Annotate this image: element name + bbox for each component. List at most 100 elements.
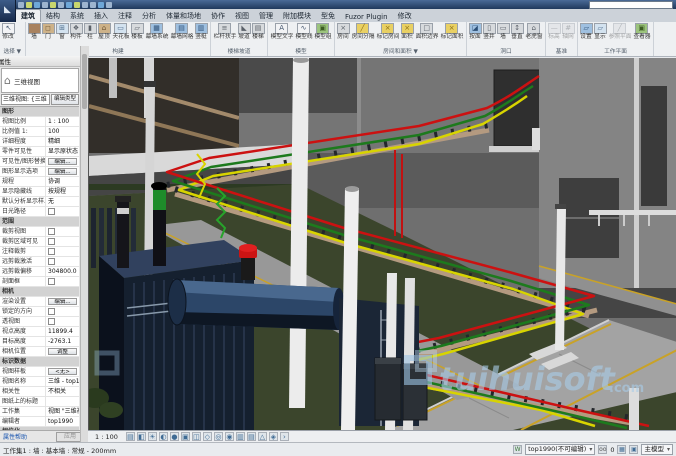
- ribbon-button[interactable]: 墙: [28, 23, 41, 40]
- ribbon-tab[interactable]: 注释: [113, 10, 137, 22]
- revit-app-icon[interactable]: ◣: [0, 0, 16, 22]
- ribbon-tab[interactable]: 附加模块: [278, 10, 316, 22]
- property-row[interactable]: 裁剪区域可见: [0, 237, 79, 247]
- ribbon-button[interactable]: ▦ 幕墙系统: [145, 23, 169, 40]
- scrollbar-thumb[interactable]: [82, 54, 87, 109]
- qat-icon[interactable]: [34, 2, 40, 8]
- ribbon-button[interactable]: ↖ 修改: [2, 23, 15, 40]
- property-row[interactable]: 远剪裁偏移 304800.0: [0, 267, 79, 277]
- property-value[interactable]: 精细: [46, 137, 79, 146]
- select-settings-icon[interactable]: ▣: [629, 445, 638, 454]
- ribbon-tab[interactable]: 协作: [206, 10, 230, 22]
- ribbon-button[interactable]: × 面积: [401, 23, 414, 40]
- ribbon-tab[interactable]: 建筑: [15, 9, 41, 22]
- ribbon-button[interactable]: ▯ 竖井: [483, 23, 496, 40]
- search-input[interactable]: [589, 1, 673, 9]
- detail-level-icon[interactable]: ▤: [126, 432, 135, 441]
- ribbon-button[interactable]: ▭ 墙: [497, 23, 510, 40]
- drawing-area-3d-view[interactable]: tuihuisoft .com: [88, 58, 676, 430]
- crop-view-icon[interactable]: ▣: [181, 432, 190, 441]
- property-row[interactable]: 范围: [0, 217, 79, 227]
- displacement-sets-icon[interactable]: ◈: [269, 432, 278, 441]
- editing-requests-icon[interactable]: oo: [598, 445, 607, 454]
- property-value[interactable]: top1990: [46, 417, 79, 426]
- property-value[interactable]: 调整: [48, 348, 77, 355]
- ribbon-button[interactable]: □ 面积边界: [415, 23, 439, 40]
- ribbon-button[interactable]: ▤ 楼梯: [252, 23, 265, 40]
- visual-style-icon[interactable]: ◧: [137, 432, 146, 441]
- property-value[interactable]: 不相关: [46, 387, 79, 396]
- ribbon-tab[interactable]: 体量和场地: [161, 10, 206, 22]
- property-row[interactable]: 渲染设置 编辑...: [0, 297, 79, 307]
- property-row[interactable]: 显示隐藏线 按规程: [0, 187, 79, 197]
- chevron-down-icon[interactable]: ▾: [667, 445, 670, 454]
- sun-path-icon[interactable]: ☀: [148, 432, 157, 441]
- property-row[interactable]: 视图名称 三维 - top1990: [0, 377, 79, 387]
- property-value[interactable]: [46, 207, 79, 216]
- chevron-down-icon[interactable]: ▾: [589, 445, 592, 454]
- qat-icon[interactable]: [74, 2, 80, 8]
- ribbon-button[interactable]: ◻ 门: [42, 23, 55, 40]
- property-row[interactable]: 视图比例 1 : 100: [0, 117, 79, 127]
- ribbon-button[interactable]: ▱ 楼板: [131, 23, 144, 40]
- property-value[interactable]: 编辑...: [48, 168, 77, 175]
- hide-analytical-model-icon[interactable]: △: [258, 432, 267, 441]
- property-value[interactable]: 1 : 100: [46, 117, 79, 126]
- property-row[interactable]: 零件可见性 显示原状态: [0, 147, 79, 157]
- scale-button[interactable]: 1 : 100: [92, 432, 121, 442]
- ribbon-tab[interactable]: 修改: [393, 10, 417, 22]
- property-value[interactable]: 100: [46, 127, 79, 136]
- property-row[interactable]: 远剪裁激活: [0, 257, 79, 267]
- property-row[interactable]: 注释裁剪: [0, 247, 79, 257]
- ribbon-button[interactable]: ⌂ 老虎窗: [525, 23, 543, 40]
- property-row[interactable]: 剖面框: [0, 277, 79, 287]
- ribbon-tab[interactable]: 管理: [254, 10, 278, 22]
- temporary-hide-isolate-icon[interactable]: ◎: [214, 432, 223, 441]
- ribbon-button[interactable]: ▥ 竖梃: [195, 23, 208, 40]
- property-row[interactable]: 比例值 1: 100: [0, 127, 79, 137]
- ribbon-button[interactable]: ▤ 幕墙网格: [170, 23, 194, 40]
- property-row[interactable]: 详细程度 精细: [0, 137, 79, 147]
- worksharing-display-icon[interactable]: ▥: [236, 432, 245, 441]
- property-row[interactable]: 工作集 视图 "三维视...: [0, 407, 79, 417]
- qat-icon[interactable]: [106, 2, 112, 8]
- type-combo[interactable]: 三维视图: {三维 - top... ▾: [1, 94, 50, 105]
- property-row[interactable]: 编辑者 top1990: [0, 417, 79, 427]
- reveal-hidden-elements-icon[interactable]: ◉: [225, 432, 234, 441]
- property-value[interactable]: <无>: [48, 368, 77, 375]
- property-value[interactable]: [46, 257, 79, 266]
- qat-icon[interactable]: [82, 2, 88, 8]
- property-value[interactable]: [46, 247, 79, 256]
- property-row[interactable]: 标识数据: [0, 357, 79, 367]
- property-row[interactable]: 视点高度 11899.4: [0, 327, 79, 337]
- property-value[interactable]: 编辑...: [48, 298, 77, 305]
- ribbon-button[interactable]: ∿ 模型线: [295, 23, 313, 40]
- type-selector[interactable]: ⌂ 三维视图: [1, 68, 79, 93]
- property-value[interactable]: 11899.4: [46, 327, 79, 336]
- property-value[interactable]: 显示原状态: [46, 147, 79, 156]
- qat-icon[interactable]: [26, 2, 32, 8]
- active-workset-selector[interactable]: top1990(不可编辑) ▾: [525, 444, 595, 455]
- property-value[interactable]: -2763.1: [46, 337, 79, 346]
- ribbon-tab[interactable]: 型免: [316, 10, 340, 22]
- temporary-view-properties-icon[interactable]: ▤: [247, 432, 256, 441]
- property-row[interactable]: 相机: [0, 287, 79, 297]
- ribbon-tab[interactable]: 插入: [89, 10, 113, 22]
- ribbon-button[interactable]: ▱ 设置: [580, 23, 593, 40]
- rendering-dialog-icon[interactable]: ●: [170, 432, 179, 441]
- ribbon-button[interactable]: ▮ 柱: [84, 23, 97, 40]
- property-value[interactable]: [46, 227, 79, 236]
- ribbon-button[interactable]: × 标记房间: [376, 23, 400, 40]
- ribbon-button[interactable]: ⌂ 屋顶: [98, 23, 111, 40]
- property-row[interactable]: 图纸上的标题: [0, 397, 79, 407]
- property-row[interactable]: 可见性/图形替换 编辑...: [0, 157, 79, 167]
- property-row[interactable]: 目标高度 -2763.1: [0, 337, 79, 347]
- shadows-icon[interactable]: ◐: [159, 432, 168, 441]
- property-row[interactable]: 透视图: [0, 317, 79, 327]
- ribbon-button[interactable]: ◣ 坡道: [238, 23, 251, 40]
- ribbon-button[interactable]: ≡ 栏杆扶手: [213, 23, 237, 40]
- property-value[interactable]: 按规程: [46, 187, 79, 196]
- design-option-selector[interactable]: 主模型 ▾: [641, 444, 673, 455]
- property-value[interactable]: [46, 317, 79, 326]
- property-row[interactable]: 默认分析显示样... 无: [0, 197, 79, 207]
